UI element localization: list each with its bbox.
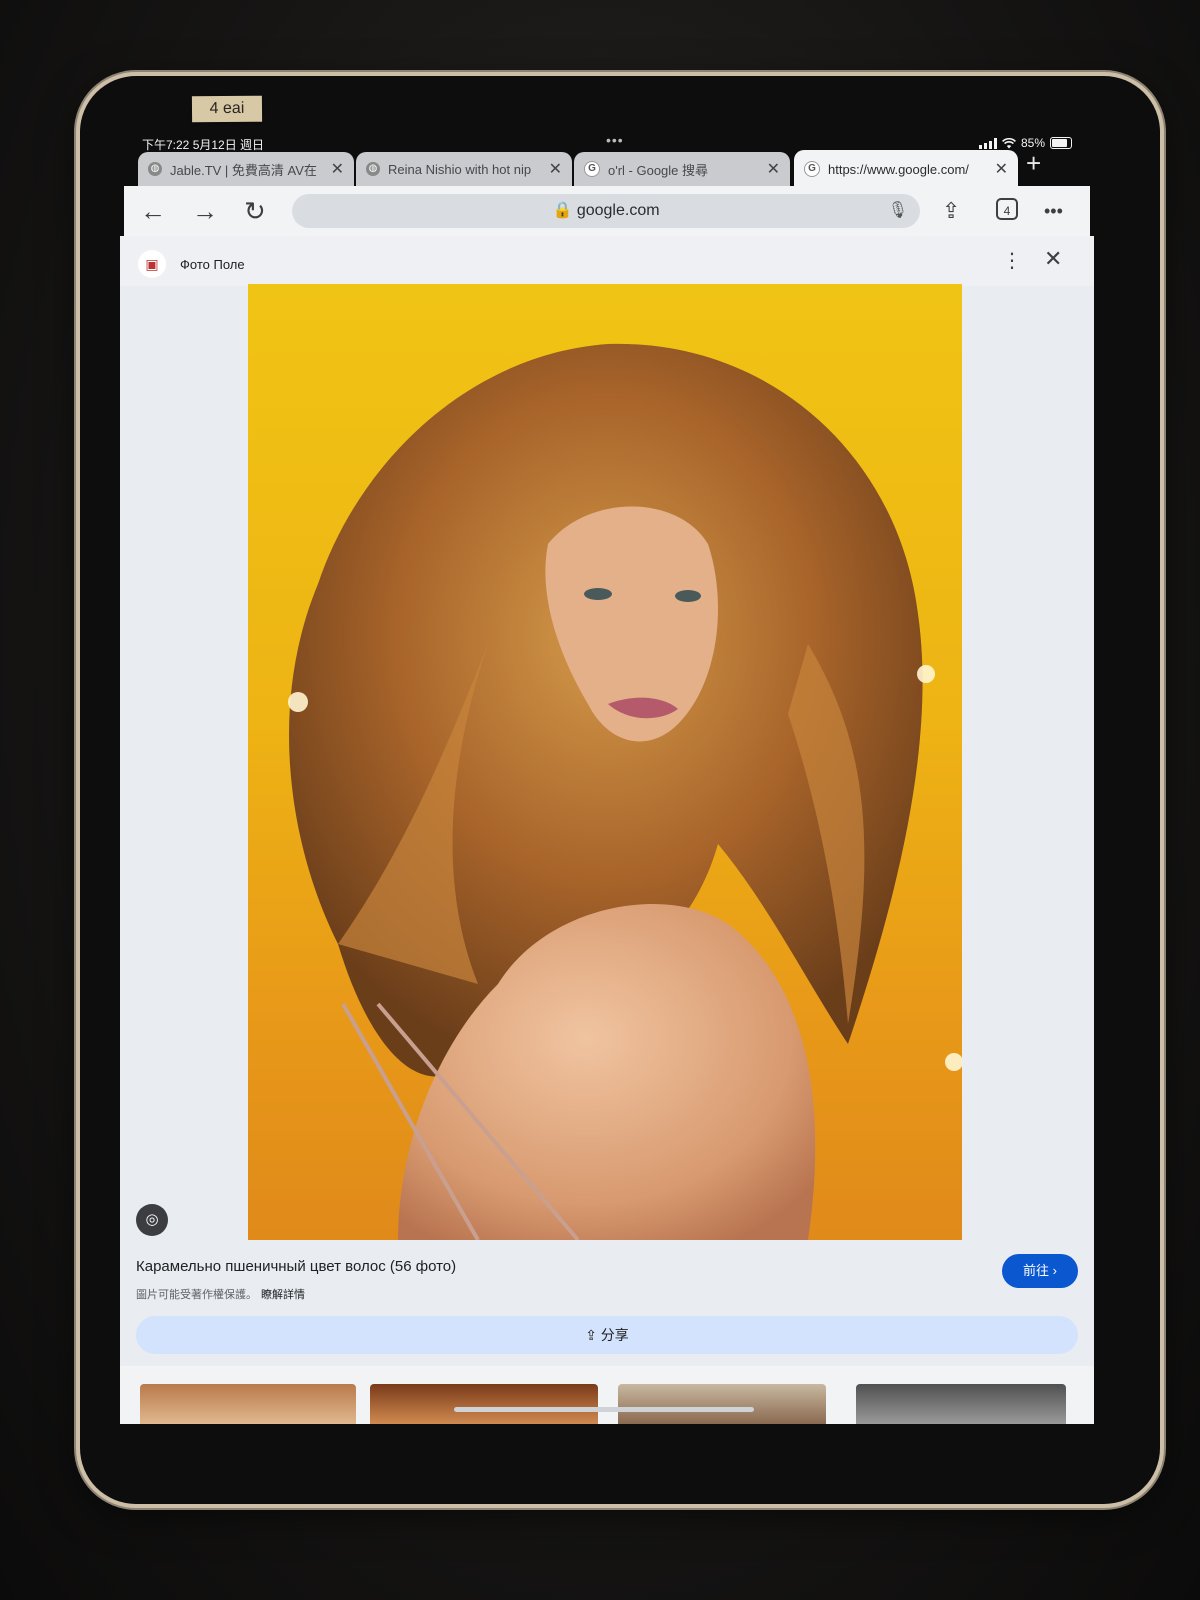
source-favicon-icon: ▣ [138,250,166,278]
more-menu-button[interactable]: ••• [1044,196,1063,226]
globe-icon: ◍ [148,162,162,176]
browser-toolbar: ← → ↻ 🔒 google.com 🎙 ⇪ 4 ••• [124,186,1090,236]
visit-button[interactable]: 前往 › [1002,1254,1078,1288]
tab-reina[interactable]: ◍ Reina Nishio with hot nip ✕ [356,152,572,186]
source-name[interactable]: Фото Поле [180,257,245,272]
address-bar[interactable]: 🔒 google.com 🎙 [292,194,920,228]
google-lens-icon[interactable]: ◎ [136,1204,168,1236]
wifi-icon [1002,137,1016,148]
related-thumbnail[interactable] [856,1384,1066,1424]
preview-photo[interactable] [248,284,962,1240]
image-viewer-panel: ▣ Фото Поле ⋮ ✕ ◎ Карамельно пшеничный ц… [120,236,1094,1424]
tab-google-active[interactable]: G https://www.google.com/ ✕ [794,150,1018,188]
globe-icon: ◍ [366,162,380,176]
close-tab-icon[interactable]: ✕ [331,159,344,179]
tab-strip: ◍ Jable.TV | 免費高清 AV在 ✕ ◍ Reina Nishio w… [138,150,1088,188]
photo-illustration [288,343,962,1240]
tab-label: Reina Nishio with hot nip [388,161,532,177]
close-viewer-button[interactable]: ✕ [1044,246,1062,272]
copyright-notice: 圖片可能受著作權保護。 瞭解詳情 [136,1286,305,1302]
learn-more-link[interactable]: 瞭解詳情 [261,1289,305,1301]
share-button[interactable]: ⇪ 分享 [136,1316,1078,1354]
source-bar: ▣ Фото Поле ⋮ ✕ [120,236,1094,286]
close-tab-icon[interactable]: ✕ [995,159,1008,179]
tab-google-search[interactable]: G o'rl - Google 搜尋 ✕ [574,152,790,186]
url-text: 🔒 google.com [552,202,660,219]
multitasking-dots[interactable]: ••• [606,132,624,148]
battery-icon [1050,137,1072,149]
tape-label: 4 eai [191,95,263,123]
related-thumbnail[interactable] [618,1384,826,1424]
related-thumbnail[interactable] [370,1384,598,1424]
microphone-icon[interactable]: 🎙 [888,194,908,228]
copyright-text: 圖片可能受著作權保護。 [136,1289,257,1301]
source-more-button[interactable]: ⋮ [1002,248,1022,273]
new-tab-button[interactable]: + [1026,150,1041,176]
close-tab-icon[interactable]: ✕ [549,159,562,179]
back-button[interactable]: ← [140,196,166,226]
tab-label: o'rl - Google 搜尋 [608,162,709,178]
share-page-button[interactable]: ⇪ [942,196,960,226]
related-thumbnail[interactable] [140,1384,356,1424]
google-favicon-icon: G [584,161,600,177]
image-title[interactable]: Карамельно пшеничный цвет волос (56 фото… [136,1258,456,1275]
forward-button[interactable]: → [192,196,218,226]
tab-jable[interactable]: ◍ Jable.TV | 免費高清 AV在 ✕ [138,152,354,186]
google-favicon-icon: G [804,161,820,177]
close-tab-icon[interactable]: ✕ [767,159,780,179]
reload-button[interactable]: ↻ [244,196,266,226]
tab-label: https://www.google.com/ [828,161,969,177]
cellular-signal-icon [978,137,997,149]
tab-label: Jable.TV | 免費高清 AV在 [170,162,317,178]
tab-count-button[interactable]: 4 [996,198,1018,220]
related-images-strip [120,1366,1094,1424]
home-indicator[interactable] [454,1407,754,1412]
